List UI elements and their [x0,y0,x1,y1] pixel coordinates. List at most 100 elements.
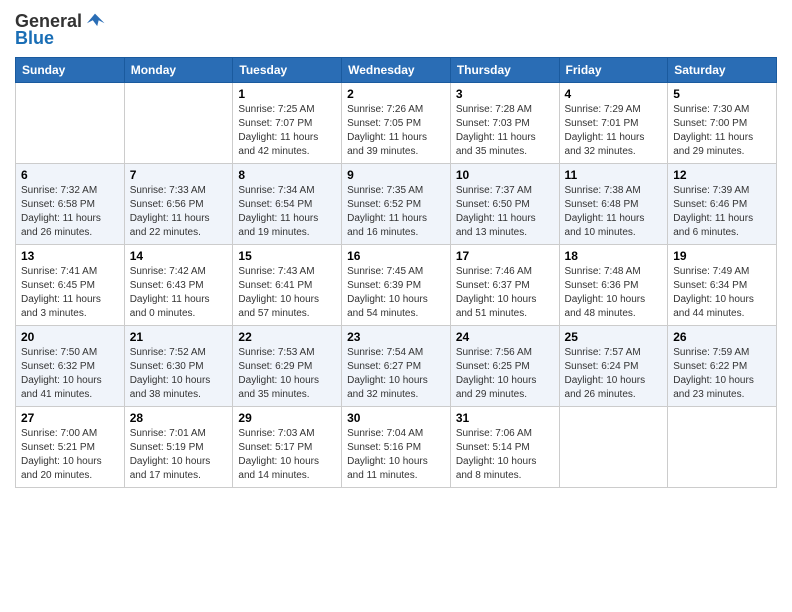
calendar-cell: 29 Sunrise: 7:03 AMSunset: 5:17 PMDayligh… [233,407,342,488]
calendar-week-row: 13 Sunrise: 7:41 AMSunset: 6:45 PMDayligh… [16,245,777,326]
day-info-text: Sunrise: 7:00 AMSunset: 5:21 PMDaylight:… [21,427,119,483]
calendar-cell: 4 Sunrise: 7:29 AMSunset: 7:01 PMDaylight… [559,83,668,164]
calendar-week-row: 27 Sunrise: 7:00 AMSunset: 5:21 PMDayligh… [16,407,777,488]
day-number: 24 [456,330,554,344]
calendar-cell: 9 Sunrise: 7:35 AMSunset: 6:52 PMDaylight… [342,164,451,245]
day-number: 11 [565,168,663,182]
calendar-week-row: 20 Sunrise: 7:50 AMSunset: 6:32 PMDayligh… [16,326,777,407]
day-number: 10 [456,168,554,182]
calendar-cell: 26 Sunrise: 7:59 AMSunset: 6:22 PMDayligh… [668,326,777,407]
day-number: 22 [238,330,336,344]
day-number: 31 [456,411,554,425]
day-number: 15 [238,249,336,263]
weekday-header-tuesday: Tuesday [233,58,342,83]
calendar-table: SundayMondayTuesdayWednesdayThursdayFrid… [15,57,777,488]
day-info-text: Sunrise: 7:38 AMSunset: 6:48 PMDaylight:… [565,184,663,240]
day-info-text: Sunrise: 7:49 AMSunset: 6:34 PMDaylight:… [673,265,771,321]
day-info-text: Sunrise: 7:32 AMSunset: 6:58 PMDaylight:… [21,184,119,240]
calendar-cell: 28Sunrise: 7:01 AMSunset: 5:19 PMDayligh… [124,407,233,488]
day-info-text: Sunrise: 7:39 AMSunset: 6:46 PMDaylight:… [673,184,771,240]
day-number: 4 [565,87,663,101]
calendar-cell: 20 Sunrise: 7:50 AMSunset: 6:32 PMDayligh… [16,326,125,407]
calendar-cell: 30 Sunrise: 7:04 AMSunset: 5:16 PMDayligh… [342,407,451,488]
page-container: General Blue SundayMondayTuesdayWednesda… [0,0,792,503]
calendar-cell: 31Sunrise: 7:06 AMSunset: 5:14 PMDayligh… [450,407,559,488]
day-number: 9 [347,168,445,182]
calendar-cell: 12Sunrise: 7:39 AMSunset: 6:46 PMDayligh… [668,164,777,245]
day-info-text: Sunrise: 7:45 AMSunset: 6:39 PMDaylight:… [347,265,445,321]
day-number: 26 [673,330,771,344]
weekday-header-wednesday: Wednesday [342,58,451,83]
day-info-text: Sunrise: 7:29 AMSunset: 7:01 PMDaylight:… [565,103,663,159]
day-number: 5 [673,87,771,101]
calendar-cell: 14 Sunrise: 7:42 AMSunset: 6:43 PMDayligh… [124,245,233,326]
day-number: 1 [238,87,336,101]
logo-bird-icon [84,10,106,32]
calendar-cell [16,83,125,164]
day-number: 3 [456,87,554,101]
calendar-cell: 19 Sunrise: 7:49 AMSunset: 6:34 PMDayligh… [668,245,777,326]
day-number: 14 [130,249,228,263]
day-number: 17 [456,249,554,263]
day-number: 27 [21,411,119,425]
weekday-header-sunday: Sunday [16,58,125,83]
day-number: 19 [673,249,771,263]
day-info-text: Sunrise: 7:42 AMSunset: 6:43 PMDaylight:… [130,265,228,321]
day-info-text: Sunrise: 7:37 AMSunset: 6:50 PMDaylight:… [456,184,554,240]
day-number: 20 [21,330,119,344]
calendar-cell: 18 Sunrise: 7:48 AMSunset: 6:36 PMDayligh… [559,245,668,326]
day-info-text: Sunrise: 7:43 AMSunset: 6:41 PMDaylight:… [238,265,336,321]
day-info-text: Sunrise: 7:30 AMSunset: 7:00 PMDaylight:… [673,103,771,159]
weekday-header-monday: Monday [124,58,233,83]
calendar-cell: 5 Sunrise: 7:30 AMSunset: 7:00 PMDaylight… [668,83,777,164]
weekday-header-thursday: Thursday [450,58,559,83]
day-number: 18 [565,249,663,263]
day-info-text: Sunrise: 7:57 AMSunset: 6:24 PMDaylight:… [565,346,663,402]
day-info-text: Sunrise: 7:04 AMSunset: 5:16 PMDaylight:… [347,427,445,483]
page-header: General Blue [15,10,777,49]
day-info-text: Sunrise: 7:34 AMSunset: 6:54 PMDaylight:… [238,184,336,240]
day-info-text: Sunrise: 7:03 AMSunset: 5:17 PMDaylight:… [238,427,336,483]
day-info-text: Sunrise: 7:33 AMSunset: 6:56 PMDaylight:… [130,184,228,240]
day-info-text: Sunrise: 7:35 AMSunset: 6:52 PMDaylight:… [347,184,445,240]
day-info-text: Sunrise: 7:25 AMSunset: 7:07 PMDaylight:… [238,103,336,159]
weekday-header-saturday: Saturday [668,58,777,83]
calendar-cell: 16Sunrise: 7:45 AMSunset: 6:39 PMDayligh… [342,245,451,326]
day-info-text: Sunrise: 7:59 AMSunset: 6:22 PMDaylight:… [673,346,771,402]
calendar-cell: 1 Sunrise: 7:25 AMSunset: 7:07 PMDaylight… [233,83,342,164]
day-number: 30 [347,411,445,425]
calendar-cell: 2Sunrise: 7:26 AMSunset: 7:05 PMDaylight… [342,83,451,164]
calendar-cell: 3 Sunrise: 7:28 AMSunset: 7:03 PMDaylight… [450,83,559,164]
calendar-cell: 23 Sunrise: 7:54 AMSunset: 6:27 PMDayligh… [342,326,451,407]
weekday-header-row: SundayMondayTuesdayWednesdayThursdayFrid… [16,58,777,83]
calendar-cell: 21Sunrise: 7:52 AMSunset: 6:30 PMDayligh… [124,326,233,407]
day-info-text: Sunrise: 7:26 AMSunset: 7:05 PMDaylight:… [347,103,445,159]
calendar-cell [124,83,233,164]
day-info-text: Sunrise: 7:50 AMSunset: 6:32 PMDaylight:… [21,346,119,402]
day-number: 29 [238,411,336,425]
calendar-cell: 22Sunrise: 7:53 AMSunset: 6:29 PMDayligh… [233,326,342,407]
day-info-text: Sunrise: 7:48 AMSunset: 6:36 PMDaylight:… [565,265,663,321]
day-info-text: Sunrise: 7:52 AMSunset: 6:30 PMDaylight:… [130,346,228,402]
day-number: 13 [21,249,119,263]
day-info-text: Sunrise: 7:01 AMSunset: 5:19 PMDaylight:… [130,427,228,483]
calendar-cell: 10 Sunrise: 7:37 AMSunset: 6:50 PMDayligh… [450,164,559,245]
calendar-week-row: 6Sunrise: 7:32 AMSunset: 6:58 PMDaylight… [16,164,777,245]
day-info-text: Sunrise: 7:41 AMSunset: 6:45 PMDaylight:… [21,265,119,321]
logo: General Blue [15,10,106,49]
calendar-cell [668,407,777,488]
weekday-header-friday: Friday [559,58,668,83]
day-number: 23 [347,330,445,344]
day-info-text: Sunrise: 7:54 AMSunset: 6:27 PMDaylight:… [347,346,445,402]
calendar-cell: 7 Sunrise: 7:33 AMSunset: 6:56 PMDaylight… [124,164,233,245]
calendar-cell: 11 Sunrise: 7:38 AMSunset: 6:48 PMDayligh… [559,164,668,245]
day-number: 7 [130,168,228,182]
calendar-cell [559,407,668,488]
calendar-cell: 25Sunrise: 7:57 AMSunset: 6:24 PMDayligh… [559,326,668,407]
calendar-cell: 6Sunrise: 7:32 AMSunset: 6:58 PMDaylight… [16,164,125,245]
day-info-text: Sunrise: 7:56 AMSunset: 6:25 PMDaylight:… [456,346,554,402]
calendar-cell: 24 Sunrise: 7:56 AMSunset: 6:25 PMDayligh… [450,326,559,407]
day-info-text: Sunrise: 7:46 AMSunset: 6:37 PMDaylight:… [456,265,554,321]
day-info-text: Sunrise: 7:28 AMSunset: 7:03 PMDaylight:… [456,103,554,159]
calendar-cell: 13 Sunrise: 7:41 AMSunset: 6:45 PMDayligh… [16,245,125,326]
